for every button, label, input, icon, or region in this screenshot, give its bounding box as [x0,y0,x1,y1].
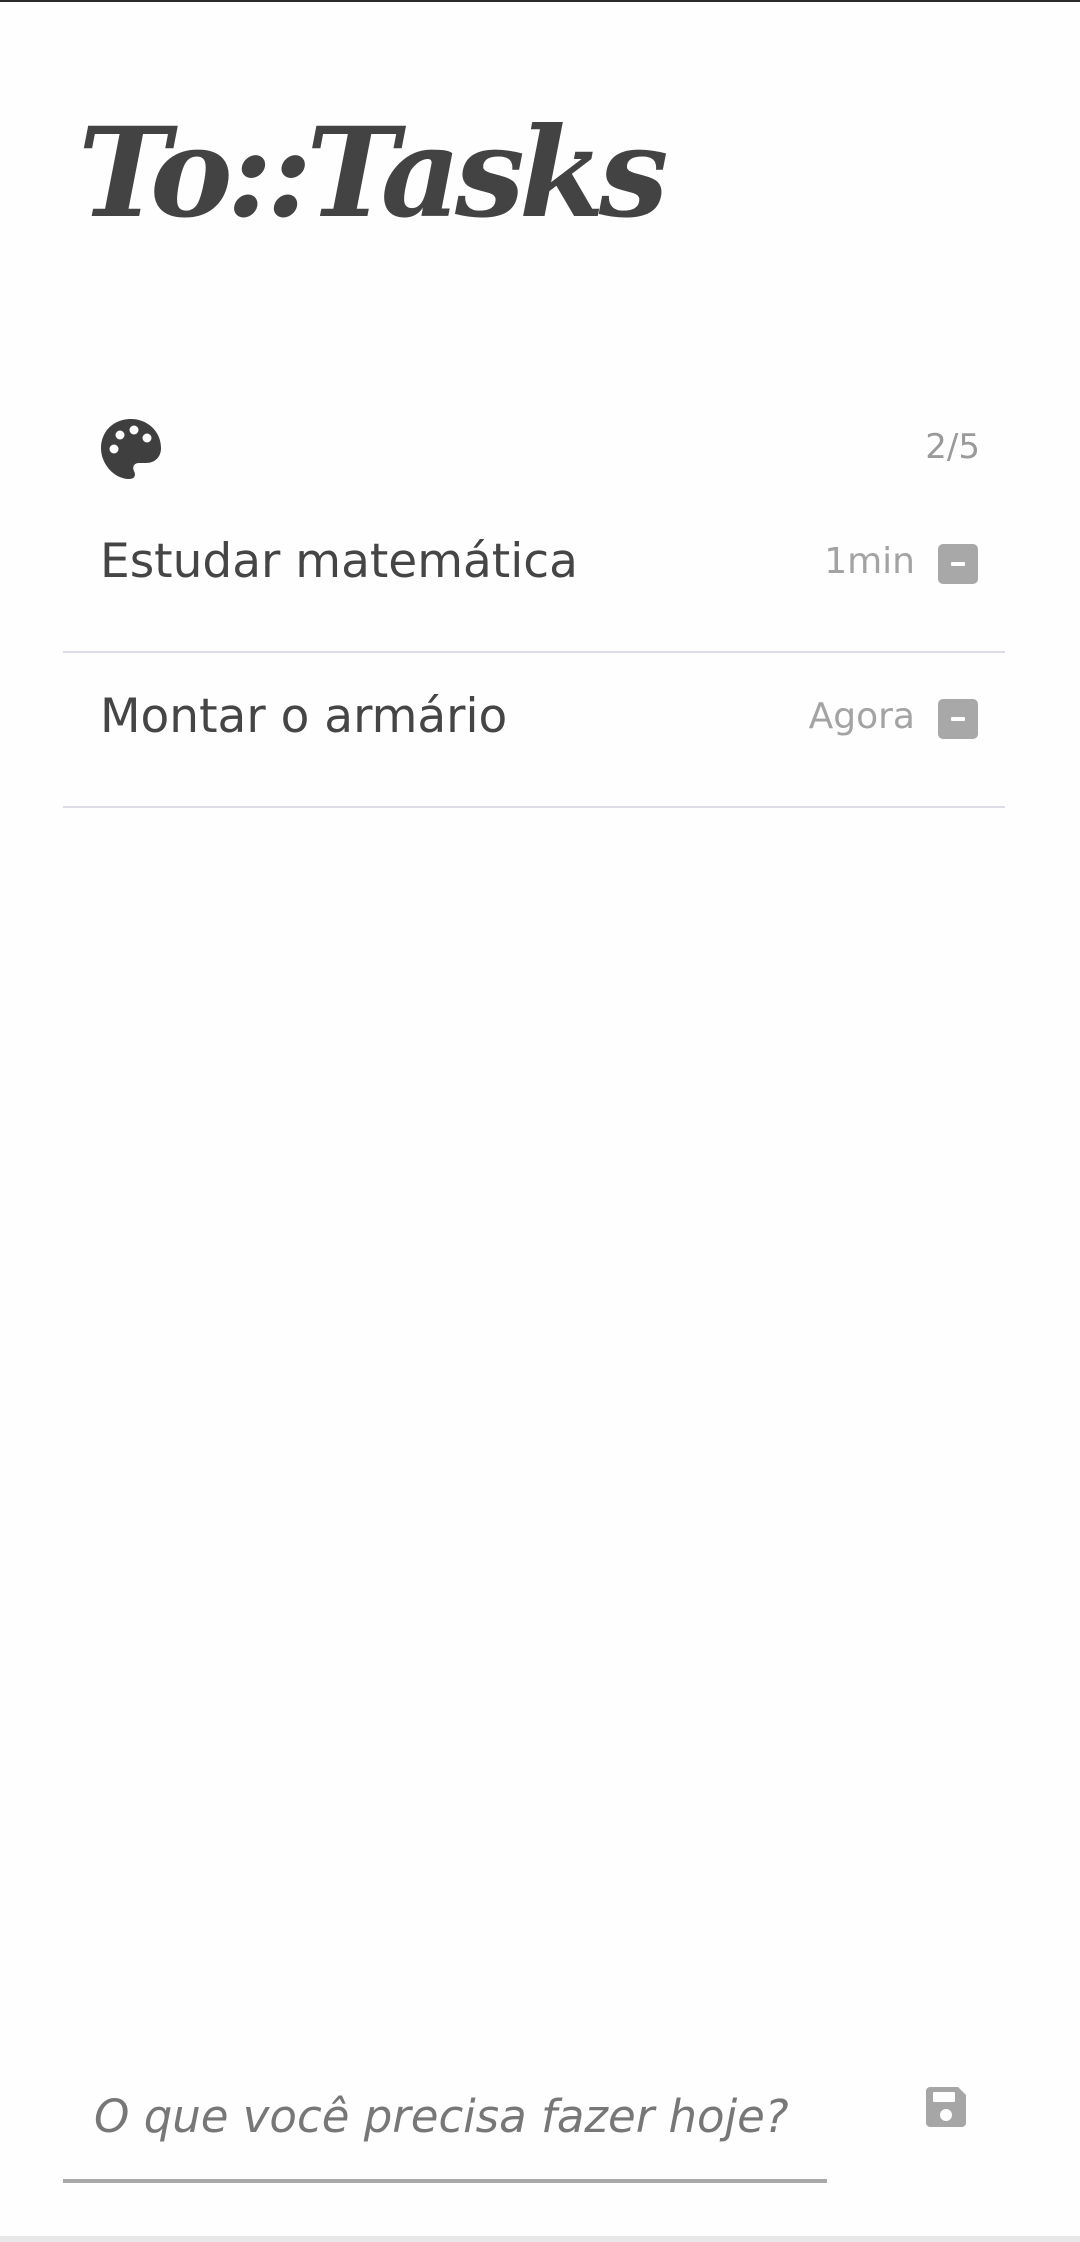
task-time: Agora [808,696,915,737]
new-task-field [63,2060,827,2183]
minus-square-icon [951,562,965,566]
remove-task-button[interactable] [938,544,978,584]
task-title: Estudar matemática [100,534,578,589]
task-title: Montar o armário [100,689,508,744]
task-row[interactable]: Estudar matemática 1min [63,498,1005,653]
task-counter: 2/5 [925,427,980,467]
new-task-input[interactable] [92,2080,816,2152]
app-logo: To::Tasks [78,101,669,246]
task-row[interactable]: Montar o armário Agora [63,653,1005,808]
minus-square-icon [951,717,965,721]
remove-task-button[interactable] [938,699,978,739]
palette-icon[interactable] [99,417,163,481]
top-edge [0,0,1080,2]
task-time: 1min [824,541,915,582]
floppy-disk-icon[interactable] [924,2085,968,2129]
task-list: Estudar matemática 1min Montar o armário… [63,498,1005,808]
bottom-edge [0,2236,1080,2242]
